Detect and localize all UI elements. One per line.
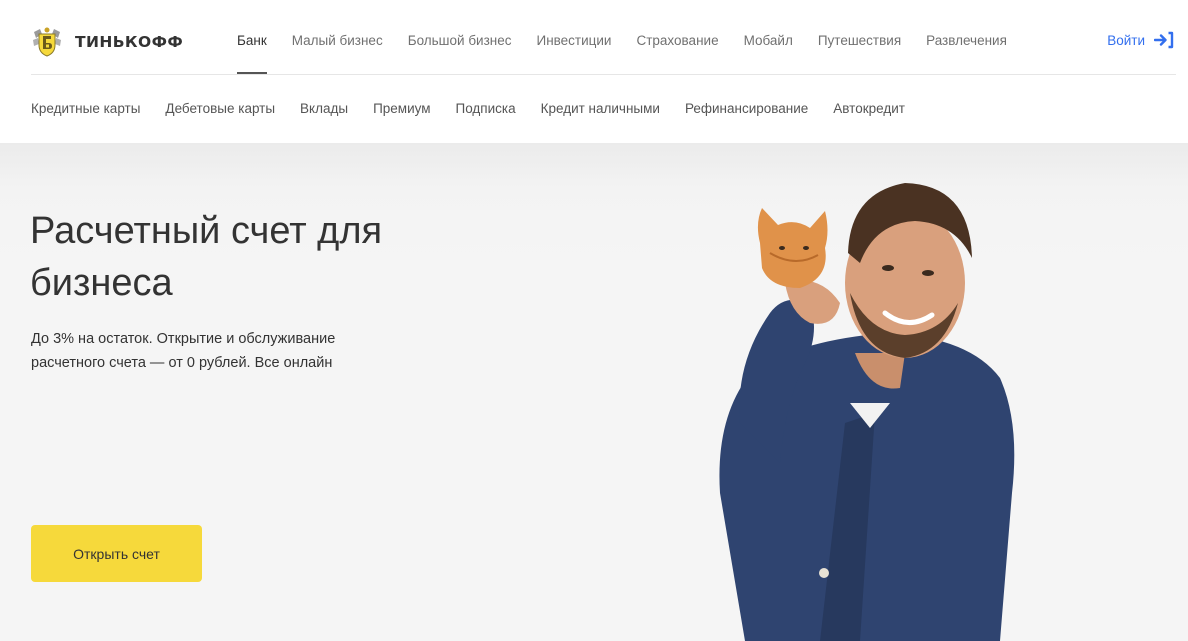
sub-nav-item-subscription[interactable]: Подписка	[456, 101, 516, 116]
top-header: ТИНЬКОФФ Банк Малый бизнес Большой бизне…	[0, 0, 1188, 75]
sub-nav-item-cash-loan[interactable]: Кредит наличными	[541, 101, 660, 116]
sub-nav-item-refinancing[interactable]: Рефинансирование	[685, 101, 808, 116]
main-nav-item-entertainment[interactable]: Развлечения	[926, 33, 1007, 48]
main-nav-item-insurance[interactable]: Страхование	[636, 33, 718, 48]
open-account-button[interactable]: Открыть счет	[31, 525, 202, 582]
main-nav-item-mobile[interactable]: Мобайл	[744, 33, 793, 48]
logo-text: ТИНЬКОФФ	[75, 33, 184, 51]
sub-nav-item-car-loan[interactable]: Автокредит	[833, 101, 905, 116]
login-label: Войти	[1107, 32, 1145, 48]
hero-photo	[719, 183, 1015, 641]
hero-banner: Расчетный счет для бизнеса До 3% на оста…	[0, 143, 1188, 641]
sub-nav: Кредитные карты Дебетовые карты Вклады П…	[0, 75, 1188, 143]
logo[interactable]: ТИНЬКОФФ	[31, 26, 183, 58]
main-nav-item-small-business[interactable]: Малый бизнес	[292, 33, 383, 48]
main-nav: Банк Малый бизнес Большой бизнес Инвести…	[237, 33, 1032, 74]
hero-subtitle: До 3% на остаток. Открытие и обслуживани…	[31, 331, 336, 371]
login-arrow-icon	[1154, 31, 1174, 49]
sub-nav-item-debit-cards[interactable]: Дебетовые карты	[165, 101, 275, 116]
sub-nav-item-credit-cards[interactable]: Кредитные карты	[31, 101, 140, 116]
hero-title: Расчетный счет для бизнеса	[30, 210, 383, 304]
main-nav-item-bank[interactable]: Банк	[237, 33, 267, 74]
main-nav-item-investments[interactable]: Инвестиции	[537, 33, 612, 48]
login-button[interactable]: Войти	[1107, 31, 1174, 49]
main-nav-item-travel[interactable]: Путешествия	[818, 33, 901, 48]
coat-of-arms-icon	[33, 27, 61, 57]
main-nav-item-big-business[interactable]: Большой бизнес	[408, 33, 512, 48]
sub-nav-item-premium[interactable]: Премиум	[373, 101, 430, 116]
sub-nav-item-deposits[interactable]: Вклады	[300, 101, 348, 116]
